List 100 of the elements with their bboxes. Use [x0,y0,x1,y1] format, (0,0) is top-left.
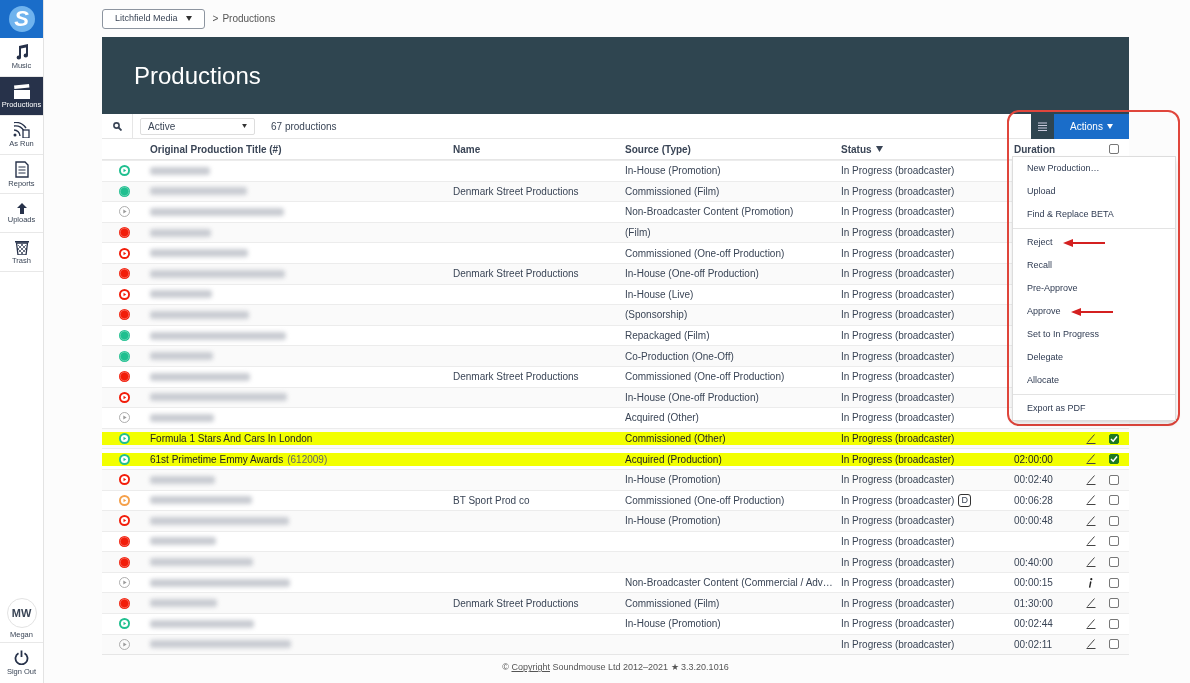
play-icon[interactable] [119,618,130,630]
status-text: In Progress (broadcaster) [841,184,955,198]
source-type: Commissioned (Other) [625,433,726,444]
duration-text: 00:02:11 [1014,638,1053,650]
menu-item[interactable]: Pre-Approve [1027,281,1078,296]
duration-text: 01:30:00 [1014,597,1053,609]
filter-dropdown[interactable]: Active [140,117,255,135]
company-name: Denmark Street Productions [453,185,579,197]
source-type: Commissioned (One-off Production) [625,247,785,259]
edit-icon[interactable] [1085,557,1096,568]
status-text: In Progress (broadcaster) [841,617,955,631]
row-checkbox[interactable] [1109,536,1119,547]
status-text: In Progress (broadcaster) [841,637,955,651]
trash-icon [14,239,29,256]
title-column-header[interactable]: Original Production Title (#) [150,141,282,157]
play-icon[interactable] [119,165,130,177]
status-text: In Progress (broadcaster) [841,226,955,240]
edit-icon[interactable] [1085,639,1096,650]
edit-icon[interactable] [1085,515,1096,526]
list-view-button[interactable] [1031,114,1054,139]
menu-item[interactable]: Delegate [1027,350,1064,365]
play-icon[interactable] [119,247,130,259]
production-number: (612009) [287,452,328,466]
status-text: In Progress (broadcaster) [841,370,955,384]
play-icon[interactable] [119,288,130,300]
row-checkbox[interactable] [1109,495,1119,506]
row-checkbox[interactable] [1109,618,1119,629]
highlighted-row[interactable]: 61st Primetime Emmy Awards (612009) Acquired (Production) In Progress (broadcaster) 02:00:00 [102,452,1129,466]
menu-item[interactable]: Reject [1027,235,1053,250]
source-type: (Sponsorship) [625,309,688,321]
edit-icon[interactable] [1085,536,1096,547]
production-count: 67 productions [271,119,337,134]
status-text: In Progress (broadcaster) [841,164,955,178]
play-icon[interactable] [119,474,130,486]
play-icon[interactable] [119,391,130,403]
play-icon[interactable] [119,515,130,527]
status-text: In Progress (broadcaster) [841,329,955,343]
play-icon[interactable] [119,433,130,444]
up-arrow-icon [16,202,27,214]
duration-column-header[interactable]: Duration [1014,141,1056,157]
edit-icon[interactable] [1085,454,1096,465]
caret-icon [242,124,247,128]
row-checkbox[interactable] [1109,454,1119,465]
caret-icon [1106,124,1113,129]
menu-item[interactable]: Export as PDF [1027,401,1086,416]
edit-icon[interactable] [1085,474,1096,485]
edit-icon[interactable] [1085,495,1096,506]
production-title[interactable]: Formula 1 Stars And Cars In London [150,432,313,445]
status-text: In Progress (broadcaster) [841,452,955,466]
source-type: Repackaged (Film) [625,330,710,342]
search-icon[interactable] [112,121,122,131]
menu-item[interactable]: Set to In Progress [1027,327,1100,342]
menu-item[interactable]: Approve [1027,304,1061,319]
power-icon [14,650,29,666]
row-checkbox[interactable] [1109,515,1119,526]
duration-text: 02:00:00 [1014,453,1053,465]
status-column-header[interactable]: Status [841,141,883,157]
menu-item[interactable]: New Production… [1027,161,1100,176]
menu-item[interactable]: Allocate [1027,373,1060,388]
status-text: In Progress (broadcaster) [841,596,955,610]
production-title[interactable]: 61st Primetime Emmy Awards [150,452,284,466]
status-text: In Progress (broadcaster) [841,390,955,404]
play-icon[interactable] [119,453,130,465]
broadcast-document-icon [13,122,30,139]
delegated-badge: D [958,493,971,507]
highlighted-row[interactable]: Formula 1 Stars And Cars In London Commissioned (Other) In Progress (broadcaster) [102,432,1129,445]
row-checkbox[interactable] [1109,639,1119,650]
status-text: In Progress (broadcaster) [841,411,955,425]
actions-button[interactable]: Actions [1054,114,1129,139]
menu-item[interactable]: Upload [1027,184,1056,199]
status-text: In Progress (broadcaster) [841,287,955,301]
source-type: In-House (Live) [625,288,694,300]
edit-icon[interactable] [1085,433,1096,444]
copyright-link[interactable]: Copyright [511,662,550,673]
row-checkbox[interactable] [1109,598,1119,609]
row-checkbox[interactable] [1109,433,1119,444]
page-title: Productions [134,60,261,91]
menu-item[interactable]: Find & Replace BETA [1027,207,1114,222]
row-checkbox[interactable] [1109,474,1119,485]
edit-icon[interactable] [1085,598,1096,609]
status-text: In Progress (broadcaster) [841,349,955,363]
status-text: In Progress (broadcaster) [841,493,955,507]
source-type: In-House (One-off Production) [625,268,759,280]
source-type: In-House (One-off Production) [625,391,759,403]
edit-icon[interactable] [1085,618,1096,629]
source-type: (Film) [625,227,651,239]
select-all-checkbox[interactable] [1109,144,1119,154]
source-type: Commissioned (One-off Production) [625,371,785,383]
source-type: In-House (Promotion) [625,515,721,527]
info-icon[interactable] [1088,577,1093,588]
menu-item[interactable]: Recall [1027,258,1052,273]
status-text: In Progress (broadcaster) [841,576,955,590]
status-text: In Progress (broadcaster) [841,535,955,548]
account-dropdown[interactable]: Litchfield Media [102,8,205,29]
source-type: Commissioned (Film) [625,597,720,609]
row-checkbox[interactable] [1109,577,1119,588]
name-column-header[interactable]: Name [453,141,481,157]
row-checkbox[interactable] [1109,557,1119,568]
source-column-header[interactable]: Source (Type) [625,141,691,157]
source-type: Non-Broadcaster Content (Commercial / Adv… [625,577,833,589]
